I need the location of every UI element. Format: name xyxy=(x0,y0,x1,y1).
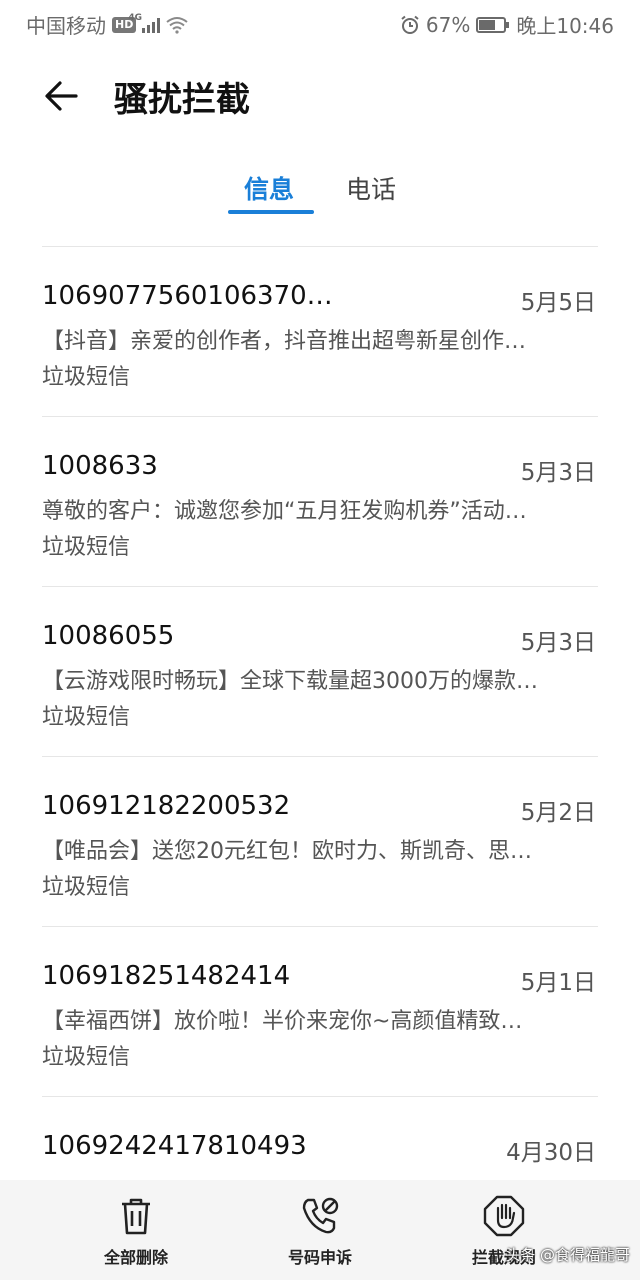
list-item[interactable]: 106912182200532 5月2日 【唯品会】送您20元红包！欧时力、斯凯… xyxy=(0,757,640,927)
message-sender: 10086055 xyxy=(42,621,175,651)
list-item[interactable]: 1008633 5月3日 尊敬的客户：诚邀您参加“五月狂发购机券”活动… 垃圾短… xyxy=(0,417,640,587)
delete-all-button[interactable]: 全部删除 xyxy=(56,1194,216,1274)
tab-bar: 信息 电话 xyxy=(0,160,640,220)
number-appeal-label: 号码申诉 xyxy=(287,1248,352,1267)
message-date: 5月2日 xyxy=(520,800,596,826)
message-preview: 【抖音】亲爱的创作者，抖音推出超粤新星创作… xyxy=(42,329,527,354)
message-preview: 【唯品会】送您20元红包！欧时力、斯凯奇、思… xyxy=(42,839,532,864)
network-type-label: 4G xyxy=(128,12,142,23)
signal-icon: 4G xyxy=(128,13,161,33)
watermark: 头条 @食得福龍哥 xyxy=(505,1246,630,1264)
delete-all-label: 全部删除 xyxy=(103,1248,168,1267)
active-tab-indicator xyxy=(228,210,314,214)
battery-icon xyxy=(476,16,510,33)
status-bar-right: 67% 晚上10:46 xyxy=(400,10,614,39)
status-bar: 中国移动 HD 4G 67% 晚上10:46 xyxy=(0,0,640,44)
message-sender: 1008633 xyxy=(42,451,158,481)
message-date: 5月1日 xyxy=(520,970,596,996)
message-tag: 垃圾短信 xyxy=(42,365,131,390)
message-preview: 【幸福西饼】放价啦！半价来宠你~高颜值精致… xyxy=(42,1009,523,1034)
wifi-icon xyxy=(166,16,188,34)
message-tag: 垃圾短信 xyxy=(42,705,131,730)
carrier-label: 中国移动 xyxy=(26,14,106,38)
message-preview: 尊敬的客户：诚邀您参加“五月狂发购机券”活动… xyxy=(42,499,527,524)
status-bar-left: 中国移动 HD 4G xyxy=(26,10,188,39)
clock-time: 晚上10:46 xyxy=(516,14,614,38)
list-item[interactable]: 10086055 5月3日 【云游戏限时畅玩】全球下载量超3000万的爆款… 垃… xyxy=(0,587,640,757)
message-date: 5月3日 xyxy=(520,460,596,486)
alarm-icon xyxy=(401,15,419,34)
list-item[interactable]: 1069077560106370… 5月5日 【抖音】亲爱的创作者，抖音推出超粤… xyxy=(0,247,640,417)
tab-messages[interactable]: 信息 xyxy=(244,170,294,206)
list-item[interactable]: 106918251482414 5月1日 【幸福西饼】放价啦！半价来宠你~高颜值… xyxy=(0,927,640,1097)
message-date: 5月3日 xyxy=(520,630,596,656)
message-tag: 垃圾短信 xyxy=(42,1045,131,1070)
message-sender: 1069077560106370… xyxy=(42,281,333,311)
hand-stop-icon xyxy=(483,1195,525,1237)
message-date: 4月30日 xyxy=(506,1140,596,1166)
trash-icon xyxy=(122,1198,150,1235)
message-sender: 1069242417810493 xyxy=(42,1131,307,1161)
page-title: 骚扰拦截 xyxy=(114,80,250,120)
number-appeal-button[interactable]: 号码申诉 xyxy=(240,1194,400,1274)
tab-calls[interactable]: 电话 xyxy=(346,170,396,206)
message-date: 5月5日 xyxy=(520,290,596,316)
phone-appeal-icon xyxy=(302,1197,339,1234)
message-preview: 【云游戏限时畅玩】全球下载量超3000万的爆款… xyxy=(42,669,538,694)
blocked-message-list: 1069077560106370… 5月5日 【抖音】亲爱的创作者，抖音推出超粤… xyxy=(0,247,640,1267)
message-sender: 106912182200532 xyxy=(42,791,291,821)
app-header: 骚扰拦截 xyxy=(0,60,640,130)
message-tag: 垃圾短信 xyxy=(42,535,131,560)
message-sender: 106918251482414 xyxy=(42,961,291,991)
battery-percent: 67% xyxy=(425,12,471,37)
message-tag: 垃圾短信 xyxy=(42,875,131,900)
back-arrow-icon[interactable] xyxy=(40,74,84,118)
bottom-action-bar: 全部删除 号码申诉 拦截规则 xyxy=(0,1180,640,1280)
